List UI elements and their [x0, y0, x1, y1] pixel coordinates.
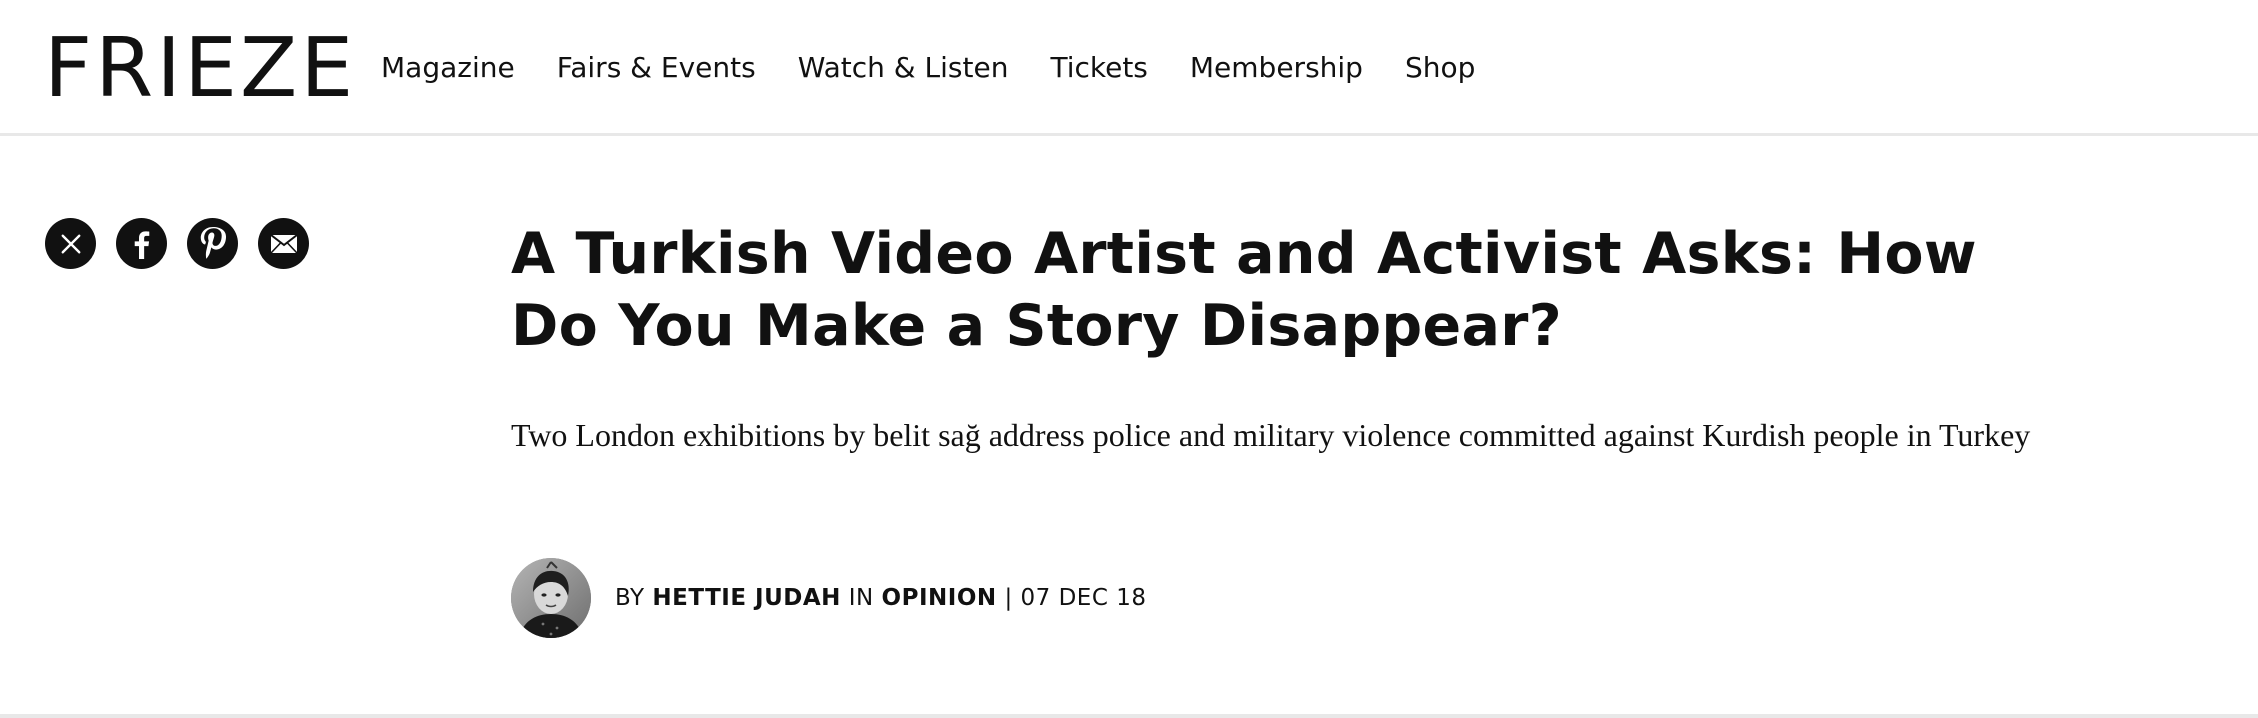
share-facebook-button[interactable]: [116, 218, 167, 269]
main-nav: Magazine Fairs & Events Watch & Listen T…: [381, 50, 1517, 86]
nav-item-magazine[interactable]: Magazine: [381, 50, 515, 86]
share-email-button[interactable]: [258, 218, 309, 269]
nav-item-tickets[interactable]: Tickets: [1050, 50, 1147, 86]
pinterest-icon: [200, 226, 226, 259]
author-link[interactable]: HETTIE JUDAH: [652, 585, 841, 611]
share-pinterest-button[interactable]: [187, 218, 238, 269]
x-icon: [61, 234, 80, 253]
byline: BY HETTIE JUDAH IN OPINION | 07 DEC 18: [511, 558, 1146, 638]
facebook-icon: [134, 230, 149, 259]
email-icon: [269, 233, 298, 254]
byline-meta: BY HETTIE JUDAH IN OPINION | 07 DEC 18: [615, 585, 1146, 611]
publish-date: 07 DEC 18: [1020, 585, 1147, 611]
byline-separator: |: [1004, 585, 1013, 611]
byline-in: IN: [848, 585, 874, 611]
nav-item-shop[interactable]: Shop: [1405, 50, 1475, 86]
share-bar: [45, 218, 309, 269]
share-x-button[interactable]: [45, 218, 96, 269]
byline-by: BY: [615, 585, 645, 611]
section-divider: [0, 714, 2258, 718]
article-title: A Turkish Video Artist and Activist Asks…: [511, 221, 1977, 359]
site-logo[interactable]: FRIEZE: [44, 28, 356, 110]
article-standfirst: Two London exhibitions by belit sağ addr…: [511, 417, 2031, 453]
site-header: FRIEZE Magazine Fairs & Events Watch & L…: [0, 0, 2258, 136]
nav-item-watch-listen[interactable]: Watch & Listen: [798, 50, 1009, 86]
author-photo: [511, 558, 591, 638]
nav-item-membership[interactable]: Membership: [1190, 50, 1363, 86]
author-avatar[interactable]: [511, 558, 591, 638]
nav-item-fairs-events[interactable]: Fairs & Events: [557, 50, 756, 86]
section-link[interactable]: OPINION: [882, 585, 997, 611]
